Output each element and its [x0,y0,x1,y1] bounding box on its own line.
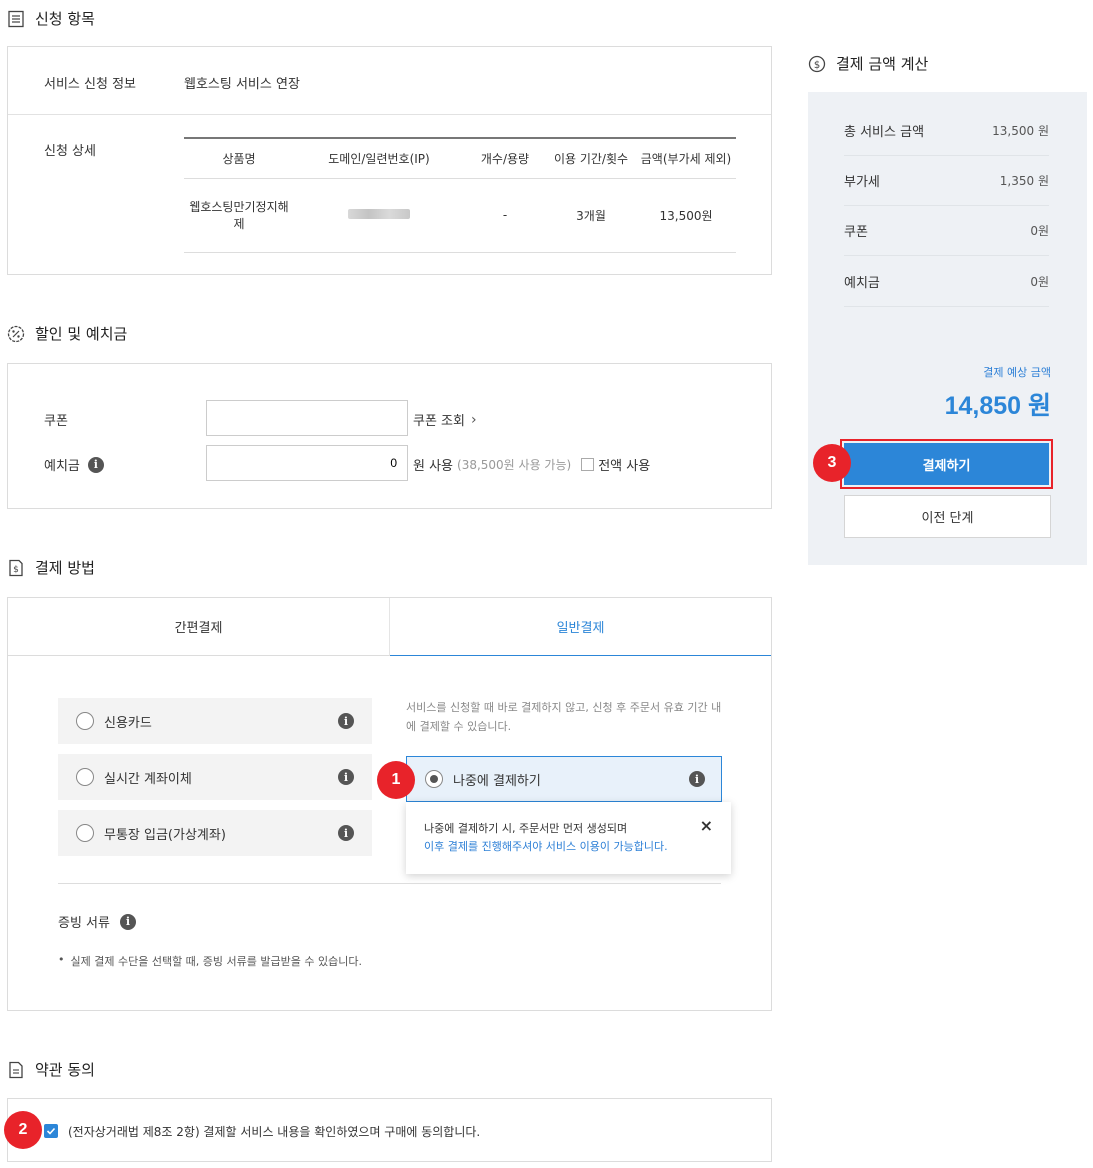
summary-row-coupon: 쿠폰 0원 [844,206,1049,256]
divider [8,114,771,115]
deposit-unit: 원 사용 [413,459,454,474]
method-label: 신용카드 [104,715,152,731]
pay-button-highlight: 결제하기 [840,439,1053,489]
receipt-note: • 실제 결제 수단을 선택할 때, 증빙 서류를 발급받을 수 있습니다. [58,953,362,968]
svg-text:$: $ [814,60,820,71]
pay-button[interactable]: 결제하기 [844,443,1049,485]
info-icon[interactable]: i [338,825,354,841]
use-all-label[interactable]: 전액 사용 [598,455,650,474]
section-title-summary: $ 결제 금액 계산 [808,53,928,74]
method-realtime-transfer[interactable]: 실시간 계좌이체 i [58,754,372,800]
pay-later-tooltip: 나중에 결제하기 시, 주문서만 먼저 생성되며 이후 결제를 진행해주셔야 서… [406,802,731,874]
col-quantity: 개수/용량 [464,137,546,179]
terms-agree-text[interactable]: (전자상거래법 제8조 2항) 결제할 서비스 내용을 확인하였으며 구매에 동… [68,1123,480,1140]
coupon-input[interactable] [206,400,408,436]
section-title-payment: $ 결제 방법 [7,557,95,578]
section-title-text: 결제 방법 [35,559,95,577]
tooltip-line2: 이후 결제를 진행해주셔야 서비스 이용이 가능합니다. [424,840,668,853]
document-dollar-icon: $ [9,559,23,576]
discount-box: 쿠폰 쿠폰 조회 › 예치금 i 원 사용 (38,500원 사용 가능) 전액… [7,363,772,509]
blurred-domain [348,209,410,219]
section-title-text: 약관 동의 [35,1061,95,1079]
radio-icon[interactable] [76,712,94,730]
section-title-text: 결제 금액 계산 [836,55,929,73]
section-title-text: 신청 항목 [35,10,95,28]
terms-box: (전자상거래법 제8조 2항) 결제할 서비스 내용을 확인하였으며 구매에 동… [7,1098,772,1162]
document-icon [9,1061,23,1078]
col-amount: 금액(부가세 제외) [636,137,736,179]
method-label: 무통장 입금(가상계좌) [104,827,226,843]
deposit-label-wrap: 예치금 i [44,455,104,474]
col-product: 상품명 [184,137,294,179]
deposit-available: (38,500원 사용 가능) [457,458,572,472]
deposit-input[interactable] [206,445,408,481]
bullet-icon: • [58,953,65,966]
receipt-title: 증빙 서류 i [58,912,136,931]
method-label: 실시간 계좌이체 [104,771,192,787]
deposit-usage: 원 사용 (38,500원 사용 가능) 전액 사용 [413,455,650,474]
detail-table: 상품명 도메인/일련번호(IP) 개수/용량 이용 기간/횟수 금액(부가세 제… [184,137,736,253]
cell-period: 3개월 [546,178,636,253]
terms-checkbox[interactable] [44,1124,58,1138]
col-period: 이용 기간/횟수 [546,137,636,179]
info-icon[interactable]: i [689,771,705,787]
svg-text:$: $ [13,565,19,575]
tab-simple-pay[interactable]: 간편결제 [8,598,390,656]
tooltip-line1: 나중에 결제하기 시, 주문서만 먼저 생성되며 [424,822,628,835]
info-icon[interactable]: i [119,913,136,930]
expected-amount-value: 14,850 원 [944,392,1051,420]
check-icon [46,1127,56,1135]
summary-row-vat: 부가세 1,350 원 [844,156,1049,206]
info-icon[interactable]: i [338,713,354,729]
info-icon[interactable]: i [338,769,354,785]
col-domain: 도메인/일련번호(IP) [294,137,464,179]
receipt-label: 증빙 서류 [58,916,110,931]
receipt-icon [8,10,24,27]
annotation-badge-3: 3 [813,444,851,482]
payment-box: 간편결제 일반결제 신용카드 i 실시간 계좌이체 i 무통장 입금(가상계좌)… [7,597,772,1011]
cell-amount: 13,500원 [636,178,736,253]
section-title-text: 할인 및 예치금 [35,325,128,343]
chevron-right-icon: › [470,411,477,428]
prev-step-button[interactable]: 이전 단계 [844,495,1051,538]
radio-icon[interactable] [76,824,94,842]
service-info-value: 웹호스팅 서비스 연장 [184,77,300,92]
pay-later-option[interactable]: 나중에 결제하기 i [406,756,722,802]
tab-general-pay[interactable]: 일반결제 [390,598,771,656]
expected-amount-label: 결제 예상 금액 [983,366,1051,379]
section-title-application: 신청 항목 [7,8,95,29]
close-icon[interactable]: × [700,816,713,835]
summary-panel: 총 서비스 금액 13,500 원 부가세 1,350 원 쿠폰 0원 예치금 … [808,92,1087,565]
summary-row-deposit: 예치금 0원 [844,257,1049,307]
dollar-circle-icon: $ [808,55,826,72]
pay-later-label: 나중에 결제하기 [453,773,541,789]
percent-badge-icon [7,325,25,342]
section-title-terms: 약관 동의 [7,1059,95,1080]
info-icon[interactable]: i [87,456,104,473]
cell-quantity: - [464,178,546,253]
divider [58,883,721,884]
deposit-label: 예치금 [44,459,80,474]
coupon-label: 쿠폰 [44,414,68,429]
summary-row-total: 총 서비스 금액 13,500 원 [844,106,1049,156]
annotation-badge-1: 1 [377,761,415,799]
detail-label: 신청 상세 [44,144,96,159]
service-info-label: 서비스 신청 정보 [44,77,136,92]
method-credit-card[interactable]: 신용카드 i [58,698,372,744]
radio-icon[interactable] [76,768,94,786]
pay-later-notice: 서비스를 신청할 때 바로 결제하지 않고, 신청 후 주문서 유효 기간 내에… [406,701,722,733]
table-row: 웹호스팅만기정지해 제 - 3개월 13,500원 [184,178,736,253]
section-title-discount: 할인 및 예치금 [7,323,127,344]
radio-icon[interactable] [425,770,443,788]
cell-product: 웹호스팅만기정지해 제 [184,178,294,253]
cell-domain [294,178,464,253]
use-all-checkbox[interactable] [581,458,595,471]
annotation-badge-2: 2 [4,1111,42,1149]
method-virtual-account[interactable]: 무통장 입금(가상계좌) i [58,810,372,856]
application-box: 서비스 신청 정보 웹호스팅 서비스 연장 신청 상세 상품명 도메인/일련번호… [7,46,772,275]
coupon-lookup-link[interactable]: 쿠폰 조회 › [413,410,477,430]
